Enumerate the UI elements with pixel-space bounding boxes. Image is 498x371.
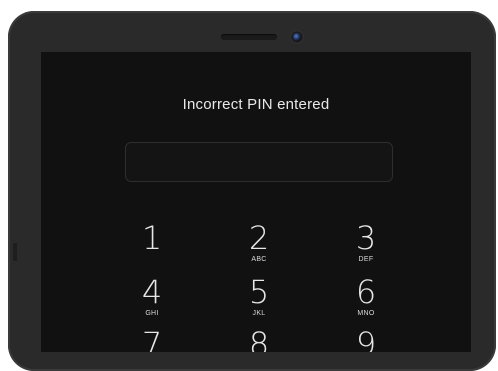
key-digit: 1 <box>141 219 163 257</box>
key-letters: DEF <box>358 256 374 263</box>
key-9[interactable]: 9 <box>326 328 406 352</box>
lock-screen: Incorrect PIN entered 1 2 ABC 3 DEF 4 GH… <box>41 52 471 352</box>
key-3[interactable]: 3 DEF <box>326 222 406 263</box>
side-button <box>13 243 17 261</box>
key-digit: 7 <box>141 325 163 352</box>
front-camera-icon <box>290 30 304 44</box>
key-5[interactable]: 5 JKL <box>219 276 299 317</box>
speaker-grille <box>221 34 277 40</box>
key-digit: 5 <box>248 273 270 311</box>
pin-keypad: 1 2 ABC 3 DEF 4 GHI 5 JKL 6 MNO 7 8 9 <box>41 52 471 352</box>
key-2[interactable]: 2 ABC <box>219 222 299 263</box>
key-4[interactable]: 4 GHI <box>112 276 192 317</box>
key-letters: ABC <box>251 256 267 263</box>
key-1[interactable]: 1 <box>112 222 192 256</box>
key-6[interactable]: 6 MNO <box>326 276 406 317</box>
key-7[interactable]: 7 <box>112 328 192 352</box>
key-letters: JKL <box>252 310 266 317</box>
key-letters: MNO <box>357 310 375 317</box>
key-letters: GHI <box>145 310 159 317</box>
key-digit: 2 <box>248 219 270 257</box>
key-8[interactable]: 8 <box>219 328 299 352</box>
key-digit: 4 <box>141 273 163 311</box>
key-digit: 6 <box>355 273 377 311</box>
key-digit: 9 <box>355 325 377 352</box>
key-digit: 8 <box>248 325 270 352</box>
key-digit: 3 <box>355 219 377 257</box>
